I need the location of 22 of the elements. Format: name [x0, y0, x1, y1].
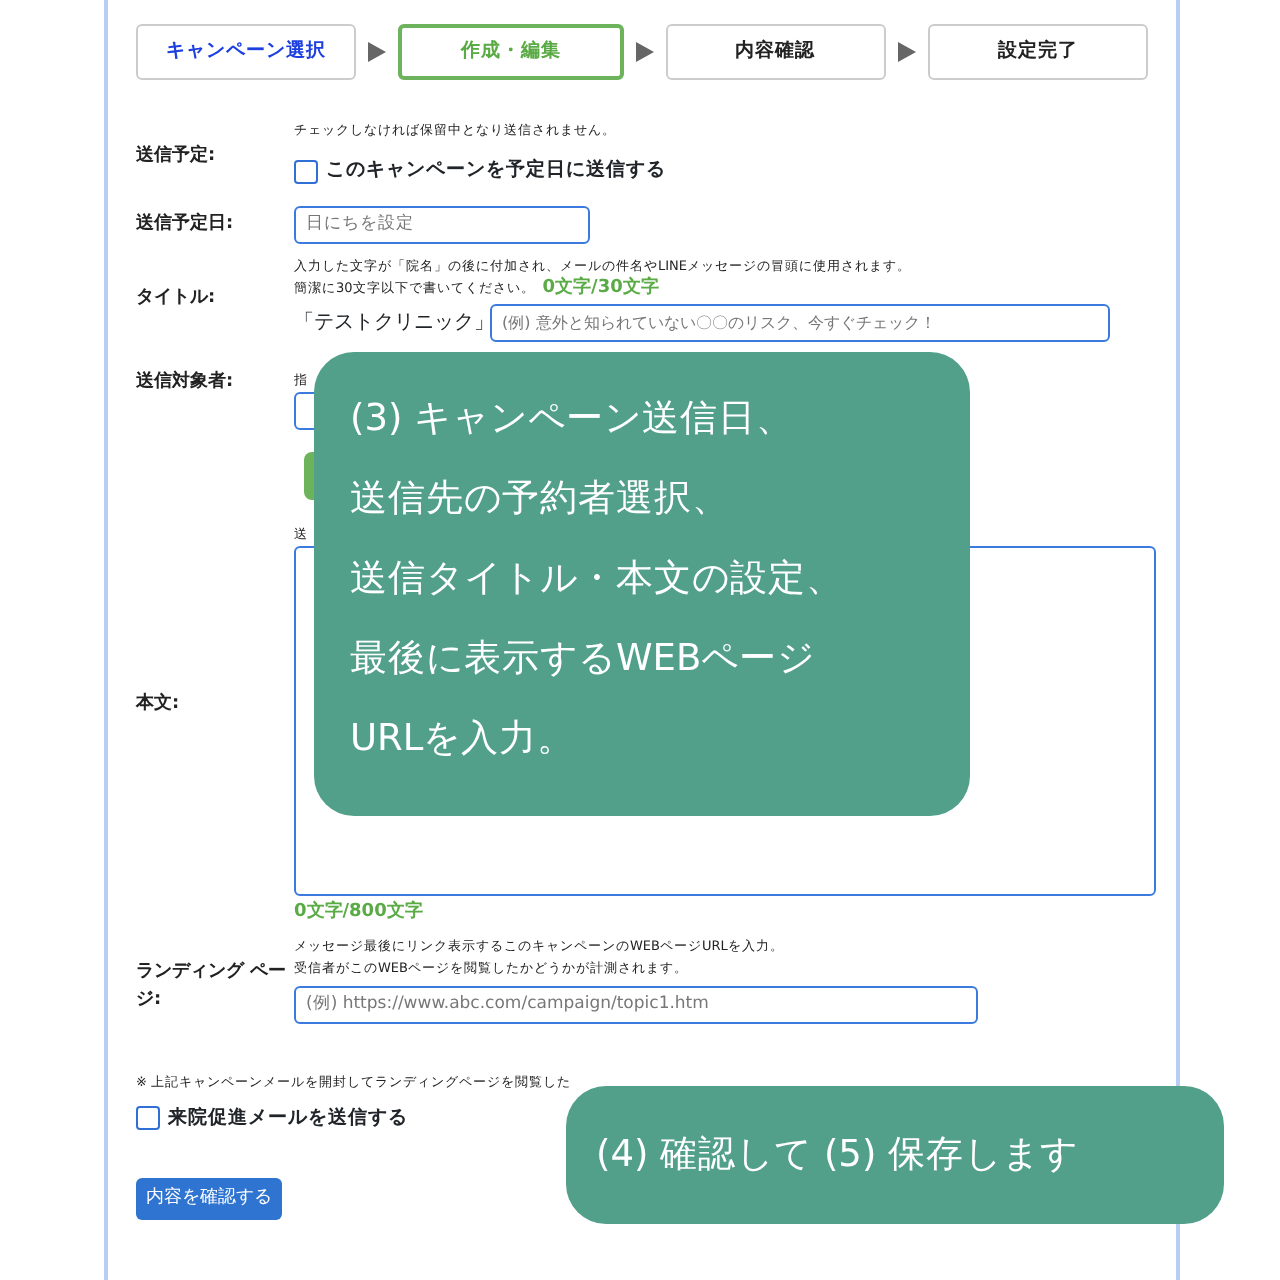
step-tab[interactable]: キャンペーン選択 — [136, 24, 357, 80]
step-tab[interactable]: 内容確認 — [665, 24, 886, 80]
checkbox-label[interactable]: 来院促進メールを送信する — [168, 1106, 408, 1128]
title-field[interactable]: (例) 意外と知られていない〇〇のリスク、今すぐチェック！ — [490, 304, 1110, 342]
field-label: 送信対象者: — [136, 370, 236, 396]
field-label: タイトル: — [136, 285, 218, 312]
checkbox-label[interactable]: このキャンペーンを予定日に送信する — [326, 159, 666, 181]
step-tab[interactable]: 設定完了 — [927, 24, 1148, 80]
title-prefix: 「テストクリニック」 — [294, 309, 494, 338]
url-field[interactable]: (例) https://www.abc.com/campaign/topic1.htm — [294, 985, 978, 1023]
field-label: 送信予定日: — [136, 211, 236, 238]
character-counter: 0文字/30文字 — [542, 278, 659, 298]
field-label: 送信予定: — [136, 143, 218, 170]
field-label: 本文: — [136, 692, 182, 718]
confirm-button[interactable]: 内容を確認する — [136, 1177, 282, 1220]
character-counter: 0文字/800文字 — [294, 900, 425, 926]
date-field[interactable]: 日にちを設定 — [294, 206, 590, 244]
callout-tooltip: (3) キャンペーン送信日、 送信先の予約者選択、 送信タイトル・本文の設定、 最後に表示するWEBページ URLを入力。 — [314, 352, 970, 816]
callout-tooltip: (4) 確認して (5) 保存します — [566, 1086, 1224, 1224]
field-label: ランディング ページ: — [136, 960, 289, 1013]
checkbox[interactable] — [294, 159, 318, 184]
checkbox[interactable] — [136, 1106, 160, 1131]
